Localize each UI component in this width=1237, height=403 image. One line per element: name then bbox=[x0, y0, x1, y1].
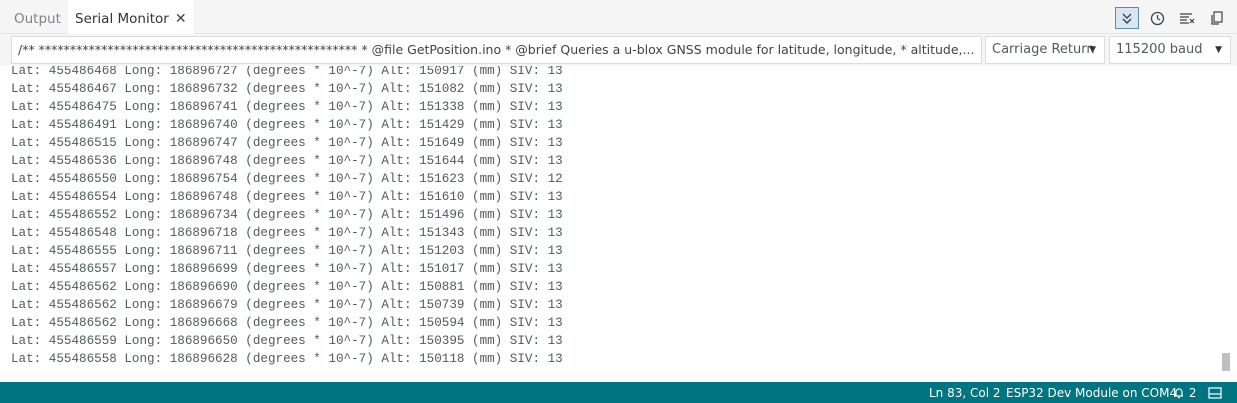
serial-output-lines: Lat: 455486468 Long: 186896727 (degrees … bbox=[11, 66, 563, 368]
baud-rate-value: 115200 baud bbox=[1116, 42, 1203, 57]
panel-tab-bar: Output Serial Monitor ✕ bbox=[0, 0, 1237, 34]
output-line: Lat: 455486491 Long: 186896740 (degrees … bbox=[11, 118, 563, 132]
notifications[interactable]: 2 bbox=[1173, 382, 1196, 403]
autoscroll-icon[interactable] bbox=[1115, 7, 1139, 29]
output-line: Lat: 455486467 Long: 186896732 (degrees … bbox=[11, 82, 563, 96]
output-line: Lat: 455486555 Long: 186896711 (degrees … bbox=[11, 244, 563, 258]
output-line: Lat: 455486475 Long: 186896741 (degrees … bbox=[11, 100, 563, 114]
notification-count: 2 bbox=[1188, 386, 1197, 400]
output-line: Lat: 455486554 Long: 186896748 (degrees … bbox=[11, 190, 563, 204]
cursor-position[interactable]: Ln 83, Col 2 bbox=[929, 382, 1001, 403]
line-ending-value: Carriage Return bbox=[992, 42, 1095, 57]
tab-serial-monitor-label: Serial Monitor bbox=[75, 11, 169, 27]
timestamp-icon[interactable] bbox=[1145, 7, 1169, 29]
output-line: Lat: 455486557 Long: 186896699 (degrees … bbox=[11, 262, 563, 276]
output-line: Lat: 455486468 Long: 186896727 (degrees … bbox=[11, 66, 563, 78]
output-line: Lat: 455486562 Long: 186896690 (degrees … bbox=[11, 280, 563, 294]
close-icon[interactable]: ✕ bbox=[175, 0, 187, 38]
output-line: Lat: 455486559 Long: 186896650 (degrees … bbox=[11, 334, 563, 348]
message-input[interactable]: /** ************************************… bbox=[11, 36, 982, 64]
board-port-status[interactable]: ESP32 Dev Module on COM4 bbox=[1006, 382, 1177, 403]
serial-input-row: /** ************************************… bbox=[0, 34, 1237, 66]
copy-output-icon[interactable] bbox=[1205, 7, 1229, 29]
chevron-down-icon: ▼ bbox=[1089, 45, 1096, 55]
clear-output-icon[interactable] bbox=[1175, 7, 1199, 29]
chevron-down-icon: ▼ bbox=[1215, 45, 1222, 55]
output-line: Lat: 455486548 Long: 186896718 (degrees … bbox=[11, 226, 563, 240]
output-line: Lat: 455486558 Long: 186896628 (degrees … bbox=[11, 352, 563, 366]
output-line: Lat: 455486552 Long: 186896734 (degrees … bbox=[11, 208, 563, 222]
output-line: Lat: 455486536 Long: 186896748 (degrees … bbox=[11, 154, 563, 168]
tab-serial-monitor[interactable]: Serial Monitor ✕ bbox=[68, 0, 194, 34]
output-line: Lat: 455486562 Long: 186896668 (degrees … bbox=[11, 316, 563, 330]
output-line: Lat: 455486515 Long: 186896747 (degrees … bbox=[11, 136, 563, 150]
serial-toolbar bbox=[1115, 6, 1229, 30]
serial-output-area[interactable]: Lat: 455486468 Long: 186896727 (degrees … bbox=[0, 66, 1237, 382]
line-ending-select[interactable]: Carriage Return ▼ bbox=[985, 36, 1105, 64]
toggle-panel-icon[interactable] bbox=[1208, 382, 1222, 403]
bell-icon bbox=[1175, 388, 1183, 399]
output-line: Lat: 455486550 Long: 186896754 (degrees … bbox=[11, 172, 563, 186]
baud-rate-select[interactable]: 115200 baud ▼ bbox=[1109, 36, 1231, 64]
output-line: Lat: 455486562 Long: 186896679 (degrees … bbox=[11, 298, 563, 312]
tab-output[interactable]: Output bbox=[14, 0, 61, 34]
status-bar: Ln 83, Col 2 ESP32 Dev Module on COM4 2 bbox=[0, 382, 1237, 403]
vertical-scrollbar-thumb[interactable] bbox=[1222, 353, 1230, 371]
